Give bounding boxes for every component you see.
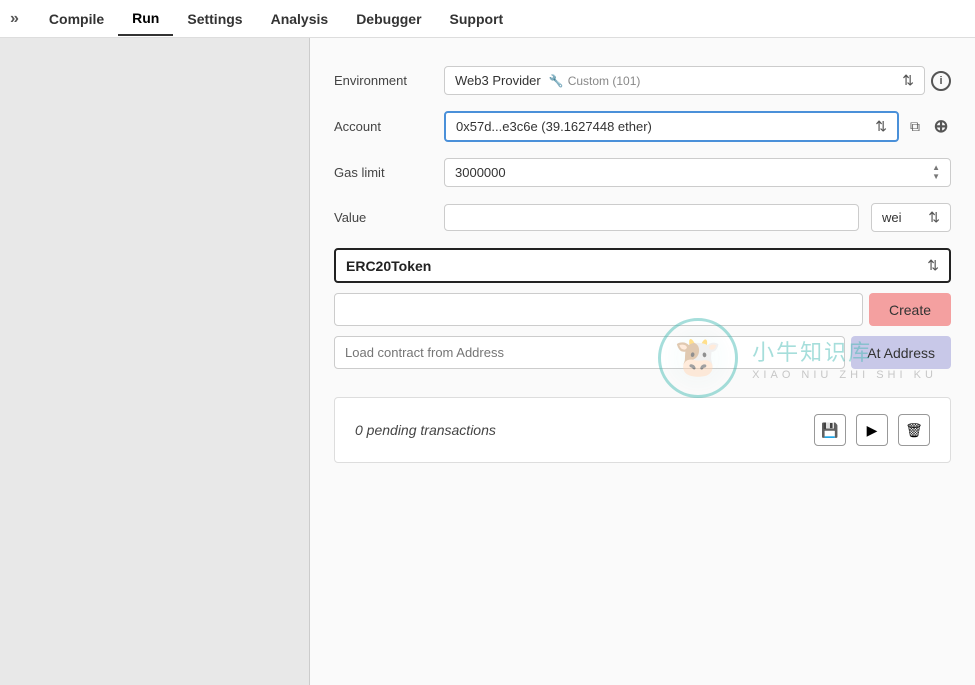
wrench-icon: 🔧	[549, 74, 564, 88]
wei-value: wei	[882, 210, 902, 225]
clear-transactions-button[interactable]: 🗑	[898, 414, 930, 446]
contract-name: ERC20Token	[346, 258, 431, 274]
environment-row: Environment Web3 Provider 🔧 Custom (101)…	[334, 66, 951, 95]
top-navigation: » Compile Run Settings Analysis Debugger…	[0, 0, 975, 38]
contract-arrow-icon: ⇅	[927, 257, 939, 274]
gas-limit-input[interactable]: 3000000 ▲ ▼	[444, 158, 951, 187]
nav-run[interactable]: Run	[118, 2, 173, 36]
value-label: Value	[334, 210, 444, 225]
nav-expand-icon[interactable]: »	[10, 10, 19, 28]
copy-icon[interactable]: ⧉	[905, 117, 925, 137]
environment-label: Environment	[334, 73, 444, 88]
gas-limit-row: Gas limit 3000000 ▲ ▼	[334, 158, 951, 187]
wei-arrow-icon: ⇅	[928, 209, 940, 226]
at-address-input[interactable]	[334, 336, 845, 369]
value-input[interactable]: 0	[444, 204, 859, 231]
sidebar	[0, 38, 310, 685]
environment-custom: 🔧 Custom (101)	[549, 74, 641, 88]
gas-limit-label: Gas limit	[334, 165, 444, 180]
account-label: Account	[334, 119, 444, 134]
at-address-button[interactable]: At Address	[851, 336, 951, 369]
environment-value: Web3 Provider	[455, 73, 541, 88]
watermark-en-text: XIAO NIU ZHI SHI KU	[752, 369, 937, 381]
create-button[interactable]: Create	[869, 293, 951, 326]
contract-section: ERC20Token ⇅ Create At Address	[334, 248, 951, 369]
contract-select[interactable]: ERC20Token ⇅	[334, 248, 951, 283]
account-select[interactable]: 0x57d...e3c6e (39.1627448 ether) ⇅	[444, 111, 899, 142]
nav-compile[interactable]: Compile	[35, 3, 118, 35]
save-transactions-button[interactable]: 💾	[814, 414, 846, 446]
play-transactions-button[interactable]: ▶	[856, 414, 888, 446]
create-input[interactable]	[334, 293, 863, 326]
environment-info-icon[interactable]: i	[931, 71, 951, 91]
nav-settings[interactable]: Settings	[173, 3, 256, 35]
account-row: Account 0x57d...e3c6e (39.1627448 ether)…	[334, 111, 951, 142]
nav-debugger[interactable]: Debugger	[342, 3, 435, 35]
at-address-row: At Address	[334, 336, 951, 369]
nav-analysis[interactable]: Analysis	[257, 3, 343, 35]
pending-text: 0 pending transactions	[355, 422, 496, 438]
environment-arrow-icon: ⇅	[902, 72, 914, 89]
nav-support[interactable]: Support	[436, 3, 518, 35]
environment-select[interactable]: Web3 Provider 🔧 Custom (101) ⇅	[444, 66, 925, 95]
main-content: Environment Web3 Provider 🔧 Custom (101)…	[310, 38, 975, 685]
value-row: Value 0 wei ⇅	[334, 203, 951, 232]
account-value: 0x57d...e3c6e (39.1627448 ether)	[456, 119, 652, 134]
add-account-icon[interactable]: ⊕	[931, 117, 951, 137]
spinner-down-icon[interactable]: ▼	[932, 173, 940, 181]
gas-limit-value: 3000000	[455, 165, 506, 180]
account-arrow-icon: ⇅	[875, 118, 887, 135]
pending-transactions-section: 0 pending transactions 💾 ▶ 🗑	[334, 397, 951, 463]
wei-select[interactable]: wei ⇅	[871, 203, 951, 232]
spinner-up-icon[interactable]: ▲	[932, 164, 940, 172]
pending-actions: 💾 ▶ 🗑	[814, 414, 930, 446]
gas-limit-spinner[interactable]: ▲ ▼	[932, 164, 940, 181]
create-row: Create	[334, 293, 951, 326]
